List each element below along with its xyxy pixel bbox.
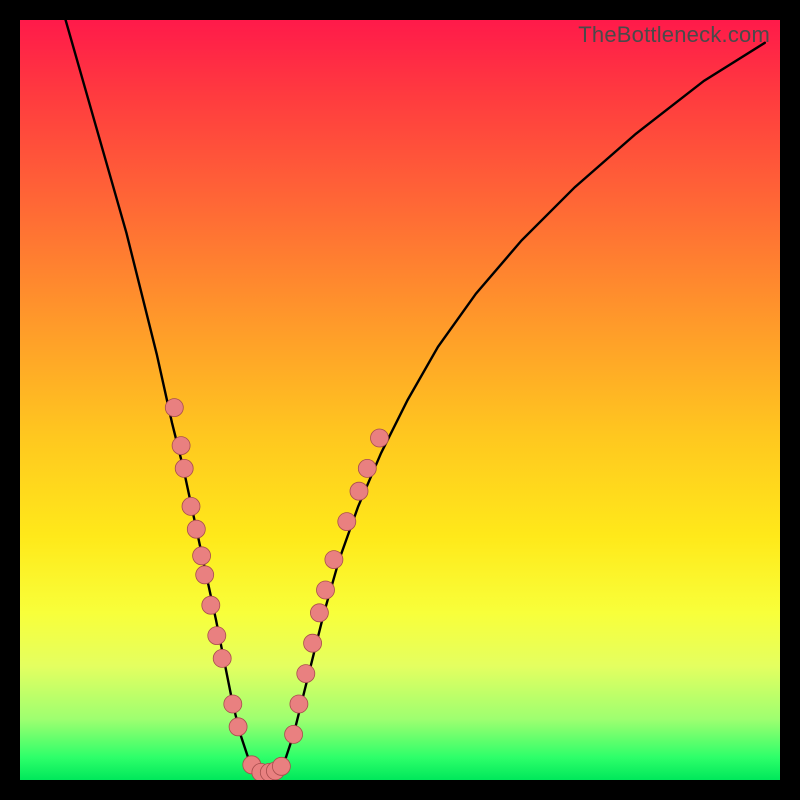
data-marker: [208, 627, 226, 645]
data-marker: [297, 665, 315, 683]
data-marker: [165, 399, 183, 417]
bottleneck-curve: [66, 20, 765, 772]
data-marker: [202, 596, 220, 614]
data-marker: [213, 649, 231, 667]
chart-svg: [20, 20, 780, 780]
data-marker: [350, 482, 368, 500]
data-marker: [325, 551, 343, 569]
data-marker: [285, 725, 303, 743]
data-marker: [317, 581, 335, 599]
data-marker: [371, 429, 389, 447]
data-marker: [358, 459, 376, 477]
data-marker: [182, 497, 200, 515]
data-marker: [290, 695, 308, 713]
data-marker: [175, 459, 193, 477]
markers-group: [165, 399, 388, 780]
data-marker: [338, 513, 356, 531]
data-marker: [304, 634, 322, 652]
data-marker: [187, 520, 205, 538]
data-marker: [224, 695, 242, 713]
data-marker: [310, 604, 328, 622]
watermark-text: TheBottleneck.com: [578, 22, 770, 48]
data-marker: [172, 437, 190, 455]
data-marker: [193, 547, 211, 565]
chart-frame: TheBottleneck.com: [20, 20, 780, 780]
data-marker: [229, 718, 247, 736]
data-marker: [196, 566, 214, 584]
data-marker: [272, 757, 290, 775]
